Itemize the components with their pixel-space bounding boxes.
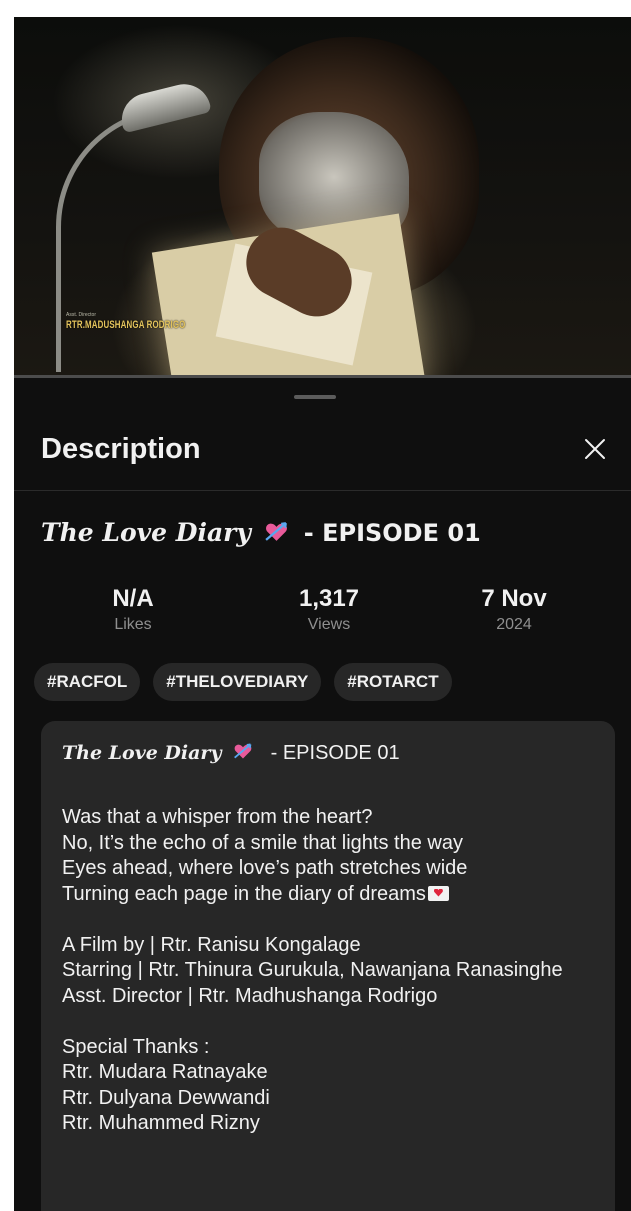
stat-likes-value: N/A: [112, 585, 154, 612]
description-line: Asst. Director | Rtr. Madhushanga Rodrig…: [62, 984, 438, 1007]
description-line: A Film by | Rtr. Ranisu Kongalage: [62, 933, 361, 956]
sheet-title: Description: [41, 433, 201, 465]
hashtag-chip[interactable]: #ROTARCT: [334, 663, 452, 701]
video-player[interactable]: Asst. Director RTR.MADUSHANGA RODRIGO: [14, 17, 631, 375]
video-title: The Love Diary - EPISODE 01: [41, 518, 481, 548]
description-text: Was that a whisper from the heart? No, I…: [62, 805, 602, 1137]
description-line: Rtr. Mudara Ratnayake: [62, 1061, 268, 1083]
description-line: Eyes ahead, where love’s path stretches …: [62, 857, 468, 879]
video-credit-name: RTR.MADUSHANGA RODRIGO: [66, 319, 186, 331]
description-title-episode: - EPISODE 01: [270, 742, 400, 764]
close-icon[interactable]: [580, 434, 610, 464]
stat-views-value: 1,317: [298, 585, 360, 612]
stat-views-label: Views: [307, 616, 351, 633]
description-line: Was that a whisper from the heart?: [62, 806, 373, 828]
hashtag-row: #RACFOL #THELOVEDIARY #ROTARCT: [34, 663, 452, 701]
stat-views: 1,317 Views: [249, 584, 409, 636]
description-sheet: Description The Love Diary - EPISODE 01 …: [14, 378, 631, 1211]
description-title: The Love Diary - EPISODE 01: [62, 741, 400, 765]
description-line: Rtr. Muhammed Rizny: [62, 1112, 260, 1134]
description-line: Rtr. Dulyana Dewwandi: [62, 1086, 270, 1109]
stat-date: 7 Nov 2024: [434, 584, 594, 636]
video-frame-lamp: [56, 107, 181, 372]
description-title-name: The Love Diary: [62, 742, 222, 764]
love-letter-icon: [427, 885, 449, 901]
app-screen: Asst. Director RTR.MADUSHANGA RODRIGO De…: [14, 17, 631, 1211]
description-line: Turning each page in the diary of dreams: [62, 882, 426, 905]
stat-date-value: 7 Nov: [481, 585, 547, 612]
hashtag-chip[interactable]: #RACFOL: [34, 663, 141, 701]
stat-likes-label: Likes: [114, 616, 152, 633]
header-divider: [14, 490, 631, 491]
video-title-name: The Love Diary: [41, 518, 251, 547]
sheet-drag-handle[interactable]: [294, 395, 336, 399]
video-title-episode: - EPISODE 01: [303, 519, 481, 547]
heart-with-arrow-icon: [234, 743, 252, 759]
hashtag-chip[interactable]: #THELOVEDIARY: [153, 663, 322, 701]
video-credit-caption: Asst. Director: [66, 312, 97, 318]
description-line: Special Thanks :: [62, 1035, 210, 1058]
stat-date-year: 2024: [496, 616, 532, 633]
description-card[interactable]: The Love Diary - EPISODE 01 Was that a w…: [41, 721, 615, 1211]
stat-likes: N/A Likes: [53, 584, 213, 636]
description-line: Starring | Rtr. Thinura Gurukula, Nawanj…: [62, 959, 563, 981]
description-line-with-icon: Turning each page in the diary of dreams: [62, 882, 602, 908]
description-line: No, It’s the echo of a smile that lights…: [62, 831, 463, 854]
heart-with-arrow-icon: [265, 522, 287, 541]
